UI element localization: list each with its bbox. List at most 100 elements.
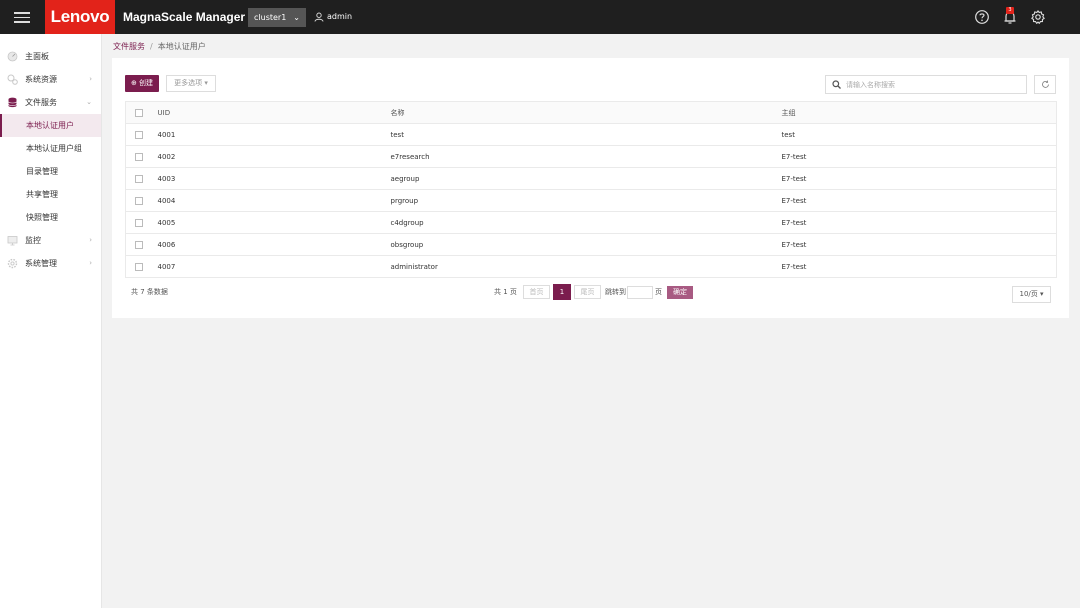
- cell-name: e7research: [390, 145, 782, 168]
- select-all-cell: [125, 101, 158, 124]
- cell-group: E7-test: [781, 255, 1057, 278]
- user-menu[interactable]: admin: [314, 0, 352, 34]
- row-checkbox[interactable]: [135, 240, 143, 249]
- table-row[interactable]: 4007 administrator E7-test: [125, 255, 1057, 278]
- table-row[interactable]: 4003 aegroup E7-test: [125, 167, 1057, 190]
- table-row[interactable]: 4001 test test: [125, 123, 1057, 146]
- sidebar-item-label: 快照管理: [26, 213, 58, 222]
- cell-name: aegroup: [390, 167, 782, 190]
- cell-group: E7-test: [781, 233, 1057, 256]
- row-select-cell: [125, 123, 158, 146]
- cluster-select-value: cluster1: [254, 13, 287, 22]
- cell-name: c4dgroup: [390, 211, 782, 234]
- sidebar: 主面板 系统资源 › 文件服务 ⌄ 本地认证用户 本地认证用户组 目录管理 共享…: [0, 34, 102, 608]
- menu-toggle-icon[interactable]: [14, 10, 30, 24]
- search-box: [825, 75, 1027, 94]
- gear-icon[interactable]: [1030, 9, 1046, 25]
- select-all-checkbox[interactable]: [135, 108, 143, 117]
- chevron-right-icon: ›: [89, 75, 92, 83]
- settings-icon: [7, 258, 18, 269]
- cell-uid: 4001: [157, 123, 391, 146]
- sidebar-item-system[interactable]: 系统管理 ›: [0, 252, 101, 275]
- row-select-cell: [125, 255, 158, 278]
- sidebar-item-label: 监控: [25, 236, 41, 245]
- sidebar-item-label: 本地认证用户组: [26, 144, 82, 153]
- page-size-select[interactable]: 10/页 ▾: [1012, 286, 1051, 303]
- search-input[interactable]: [846, 78, 1021, 91]
- table-row[interactable]: 4005 c4dgroup E7-test: [125, 211, 1057, 234]
- cell-uid: 4005: [157, 211, 391, 234]
- column-header-group: 主组: [781, 101, 1057, 124]
- last-page-button[interactable]: 尾页: [574, 285, 601, 299]
- notification-badge: 3: [1006, 7, 1014, 14]
- top-bar: Lenovo MagnaScale Manager cluster1 ⌄ adm…: [0, 0, 1080, 34]
- cell-uid: 4003: [157, 167, 391, 190]
- breadcrumb-file-service[interactable]: 文件服务: [113, 42, 145, 51]
- total-count: 共 7 条数据: [131, 288, 168, 296]
- sidebar-item-monitor[interactable]: 监控 ›: [0, 229, 101, 252]
- first-page-button[interactable]: 首页: [523, 285, 550, 299]
- sidebar-item-label: 本地认证用户: [26, 121, 74, 130]
- table-row[interactable]: 4002 e7research E7-test: [125, 145, 1057, 168]
- row-checkbox[interactable]: [135, 152, 143, 161]
- sidebar-item-label: 文件服务: [25, 98, 57, 107]
- current-page-button[interactable]: 1: [553, 284, 571, 300]
- breadcrumb: 文件服务 / 本地认证用户: [113, 41, 206, 52]
- jump-confirm-button[interactable]: 确定: [667, 286, 693, 299]
- sidebar-item-resources[interactable]: 系统资源 ›: [0, 68, 101, 91]
- cell-name: test: [390, 123, 782, 146]
- row-select-cell: [125, 167, 158, 190]
- sidebar-subitem-local-groups[interactable]: 本地认证用户组: [0, 137, 101, 160]
- sidebar-item-label: 系统管理: [25, 259, 57, 268]
- users-table: UID 名称 主组 4001 test test 4002 e7research…: [125, 101, 1057, 278]
- more-options-button[interactable]: 更多选项 ▾: [166, 75, 216, 92]
- row-select-cell: [125, 145, 158, 168]
- sidebar-item-file-service[interactable]: 文件服务 ⌄: [0, 91, 101, 114]
- sidebar-subitem-snapshot[interactable]: 快照管理: [0, 206, 101, 229]
- row-select-cell: [125, 189, 158, 212]
- sidebar-subitem-share[interactable]: 共享管理: [0, 183, 101, 206]
- sidebar-item-label: 主面板: [25, 52, 49, 61]
- cell-group: E7-test: [781, 189, 1057, 212]
- row-select-cell: [125, 211, 158, 234]
- sidebar-subitem-local-users[interactable]: 本地认证用户: [0, 114, 101, 137]
- sidebar-item-label: 共享管理: [26, 190, 58, 199]
- database-icon: [8, 97, 17, 108]
- row-checkbox[interactable]: [135, 130, 143, 139]
- dashboard-icon: [7, 51, 18, 62]
- app-title: MagnaScale Manager: [123, 10, 246, 24]
- sidebar-subitem-directory[interactable]: 目录管理: [0, 160, 101, 183]
- cell-name: obsgroup: [390, 233, 782, 256]
- row-select-cell: [125, 233, 158, 256]
- notifications-button[interactable]: 3: [1002, 7, 1018, 25]
- row-checkbox[interactable]: [135, 262, 143, 271]
- cell-uid: 4004: [157, 189, 391, 212]
- column-header-uid: UID: [157, 101, 391, 124]
- breadcrumb-separator: /: [150, 42, 153, 51]
- jump-page-input[interactable]: [627, 286, 653, 299]
- sidebar-item-dashboard[interactable]: 主面板: [0, 45, 101, 68]
- refresh-button[interactable]: [1034, 75, 1056, 94]
- sidebar-item-label: 系统资源: [25, 75, 57, 84]
- row-checkbox[interactable]: [135, 196, 143, 205]
- cluster-select[interactable]: cluster1 ⌄: [248, 8, 306, 27]
- help-icon[interactable]: [974, 9, 990, 25]
- column-header-name: 名称: [390, 101, 782, 124]
- cell-uid: 4007: [157, 255, 391, 278]
- table-row[interactable]: 4006 obsgroup E7-test: [125, 233, 1057, 256]
- chevron-down-icon: ⌄: [293, 13, 300, 22]
- cell-group: E7-test: [781, 145, 1057, 168]
- row-checkbox[interactable]: [135, 174, 143, 183]
- user-name: admin: [327, 12, 353, 21]
- sidebar-item-label: 目录管理: [26, 167, 58, 176]
- jump-to-label: 跳转到: [605, 288, 626, 296]
- cell-name: administrator: [390, 255, 782, 278]
- table-row[interactable]: 4004 prgroup E7-test: [125, 189, 1057, 212]
- create-button[interactable]: ⊕ 创建: [125, 75, 159, 92]
- cell-group: E7-test: [781, 167, 1057, 190]
- content-card: ⊕ 创建 更多选项 ▾ UID 名称 主组 4001 test test: [112, 58, 1069, 318]
- search-icon: [832, 80, 841, 89]
- cell-group: test: [781, 123, 1057, 146]
- row-checkbox[interactable]: [135, 218, 143, 227]
- chevron-right-icon: ›: [89, 236, 92, 244]
